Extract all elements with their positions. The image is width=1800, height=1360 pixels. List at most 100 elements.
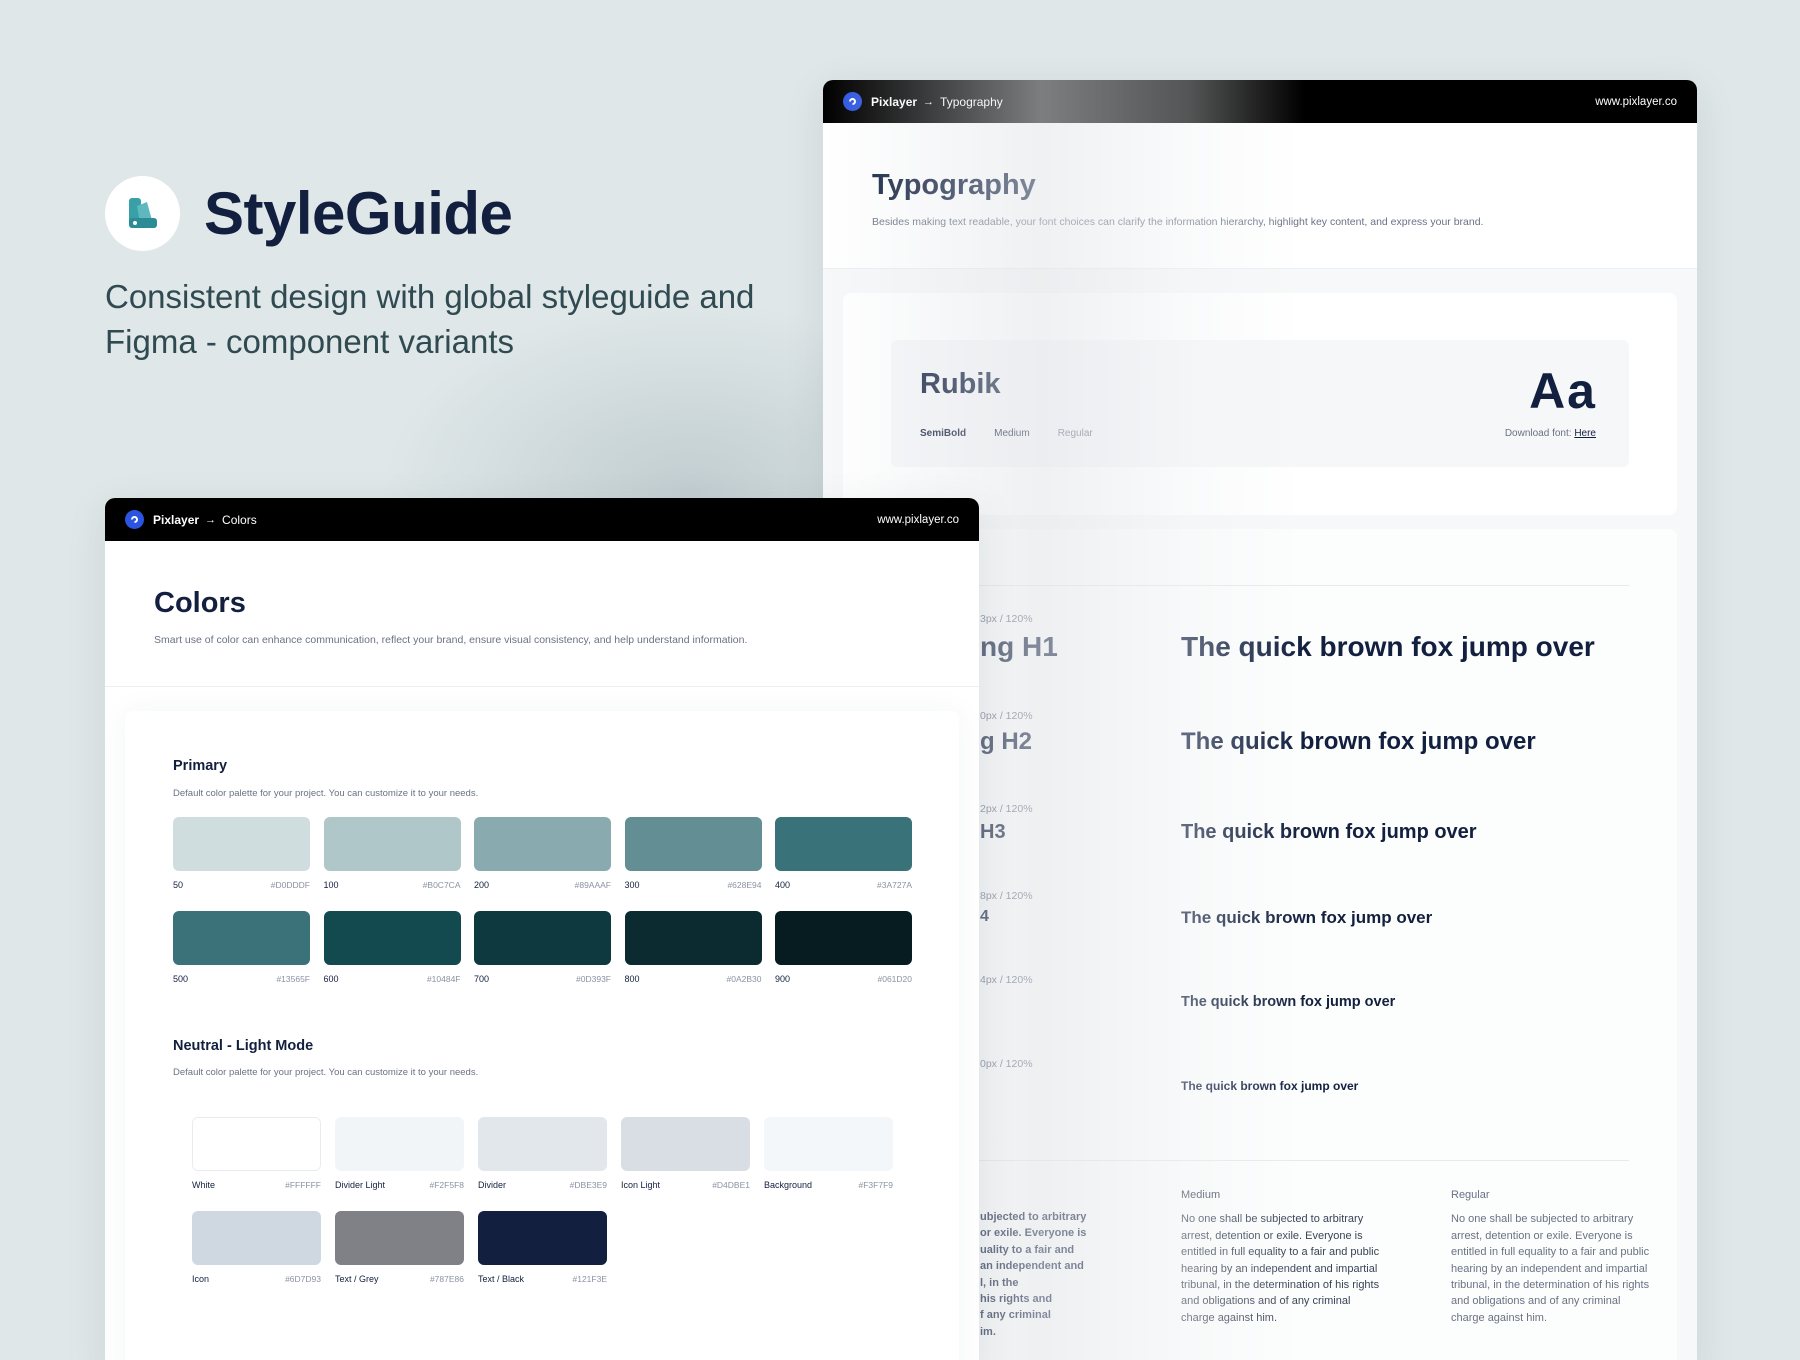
site-url-link[interactable]: www.pixlayer.co: [877, 514, 959, 526]
color-swatch[interactable]: 100 #B0C7CA: [323, 817, 461, 890]
scale-spec: 4px / 120%: [980, 974, 1033, 986]
swatch-hex: #DBE3E9: [569, 1180, 607, 1190]
swatch-name: 300: [624, 880, 640, 890]
page-description: Besides making text readable, your font …: [872, 216, 1484, 228]
hero-title: StyleGuide: [204, 180, 513, 247]
swatch-meta: 300 #628E94: [625, 880, 762, 890]
neutral-title: Neutral - Light Mode: [173, 1038, 314, 1054]
swatch-hex: #787E86: [429, 1274, 464, 1284]
scale-label: ng H1: [980, 631, 1058, 662]
swatch-chip: [775, 817, 912, 871]
swatch-meta: 600 #10484F: [324, 974, 461, 984]
swatch-chip: [624, 817, 762, 871]
swatch-chip: [624, 911, 762, 965]
swatch-meta: Divider Light #F2F5F8: [335, 1180, 464, 1190]
color-swatch[interactable]: 50 #D0DDDF: [173, 817, 310, 890]
font-sample-glyphs: Aa: [1529, 363, 1597, 419]
paragraph-heading: Regular: [1451, 1189, 1490, 1201]
download-link[interactable]: Here: [1574, 428, 1596, 439]
breadcrumb-page[interactable]: Typography: [940, 95, 1003, 109]
color-swatch[interactable]: 200 #89AAAF: [474, 817, 611, 890]
color-swatch[interactable]: Icon Light #D4DBE1: [621, 1117, 750, 1190]
swatch-name: 600: [323, 974, 339, 984]
pixlayer-logo-icon: [843, 92, 862, 111]
site-url-link[interactable]: www.pixlayer.co: [1595, 96, 1677, 108]
color-swatch[interactable]: Divider Light #F2F5F8: [335, 1117, 464, 1190]
color-swatch[interactable]: 400 #3A727A: [775, 817, 912, 890]
download-label: Download font:: [1504, 428, 1572, 439]
scale-sample: The quick brown fox jump over: [1181, 821, 1477, 843]
swatch-chip: [478, 1211, 607, 1265]
swatch-hex: #B0C7CA: [422, 880, 461, 890]
swatch-hex: #0D393F: [576, 974, 611, 984]
brand-link[interactable]: Pixlayer: [153, 513, 199, 527]
font-card: Rubik SemiBold Medium Regular Aa Downloa…: [843, 293, 1677, 515]
scale-spec: 0px / 120%: [980, 1058, 1033, 1070]
swatch-hex: #13565F: [276, 974, 310, 984]
swatch-meta: Background #F3F7F9: [764, 1180, 893, 1190]
swatch-chip: [173, 911, 310, 965]
swatch-hex: #D0DDDF: [270, 880, 310, 890]
colors-header: Colors Smart use of color can enhance co…: [105, 541, 979, 687]
swatch-hex: #061D20: [877, 974, 912, 984]
scale-sample: The quick brown fox jump over: [1181, 1079, 1359, 1093]
swatch-meta: Text / Black #121F3E: [478, 1274, 607, 1284]
paragraph-text: No one shall be subjected to arbitrary a…: [1451, 1213, 1650, 1324]
color-swatch[interactable]: 500 #13565F: [173, 911, 310, 984]
page-title: Typography: [872, 169, 1036, 201]
color-swatch[interactable]: 900 #061D20: [775, 911, 912, 984]
typography-header: Typography Besides making text readable,…: [823, 123, 1697, 269]
swatch-chip: [474, 911, 611, 965]
color-swatch[interactable]: Divider #DBE3E9: [478, 1117, 607, 1190]
colors-topbar: Pixlayer → Colors www.pixlayer.co: [105, 498, 979, 541]
swatch-chip: [335, 1117, 464, 1171]
swatch-name: Divider: [478, 1180, 507, 1190]
paragraph-medium: Medium No one shall be subjected to arbi…: [1181, 1187, 1381, 1326]
color-swatch[interactable]: Text / Black #121F3E: [478, 1211, 607, 1284]
pixlayer-logo-icon: [125, 510, 144, 529]
font-name: Rubik: [920, 368, 1001, 400]
swatch-meta: 700 #0D393F: [474, 974, 611, 984]
download-font: Download font: Here: [1505, 428, 1596, 439]
color-swatch[interactable]: 600 #10484F: [323, 911, 461, 984]
scale-label: 4: [980, 908, 989, 925]
swatch-meta: 50 #D0DDDF: [173, 880, 310, 890]
breadcrumb-page[interactable]: Colors: [222, 513, 257, 527]
swatch-meta: 500 #13565F: [173, 974, 310, 984]
swatch-chip: [621, 1117, 750, 1171]
swatch-name: 800: [624, 974, 640, 984]
color-swatch[interactable]: Text / Grey #787E86: [335, 1211, 464, 1284]
color-swatch[interactable]: 700 #0D393F: [474, 911, 611, 984]
swatch-chip: [192, 1117, 321, 1171]
color-swatch[interactable]: Background #F3F7F9: [764, 1117, 893, 1190]
color-swatch[interactable]: 300 #628E94: [624, 817, 762, 890]
breadcrumb-arrow-icon: →: [923, 95, 935, 108]
paragraph-text: No one shall be subjected to arbitrary a…: [1181, 1213, 1380, 1324]
colors-window: Pixlayer → Colors www.pixlayer.co Colors…: [105, 498, 979, 1360]
colors-card: Primary Default color palette for your p…: [125, 711, 959, 1360]
breadcrumb-arrow-icon: →: [205, 513, 217, 526]
color-swatch[interactable]: Icon #6D7D93: [192, 1211, 321, 1284]
scale-spec: 3px / 120%: [980, 613, 1033, 625]
swatch-name: Icon Light: [621, 1180, 661, 1190]
scale-label: g H2: [980, 728, 1033, 755]
swatch-chip: [775, 911, 912, 965]
color-swatch[interactable]: 800 #0A2B30: [624, 911, 762, 984]
swatch-meta: 400 #3A727A: [775, 880, 912, 890]
swatch-chip: [192, 1211, 321, 1265]
scale-sample: The quick brown fox jump over: [1181, 994, 1396, 1010]
color-swatch[interactable]: White #FFFFFF: [192, 1117, 321, 1190]
swatch-name: 900: [775, 974, 791, 984]
brand-link[interactable]: Pixlayer: [871, 95, 917, 109]
swatch-chip: [173, 817, 310, 871]
swatch-chip: [323, 911, 461, 965]
styleguide-logo: [105, 176, 180, 251]
swatch-meta: 100 #B0C7CA: [324, 880, 461, 890]
swatch-name: Divider Light: [335, 1180, 386, 1190]
swatch-chip: [474, 817, 611, 871]
swatch-hex: #FFFFFF: [285, 1180, 321, 1190]
paragraph-regular: Regular No one shall be subjected to arb…: [1451, 1187, 1651, 1326]
swatch-hex: #0A2B30: [726, 974, 762, 984]
swatch-name: Background: [764, 1180, 813, 1190]
swatch-name: 50: [173, 880, 184, 890]
